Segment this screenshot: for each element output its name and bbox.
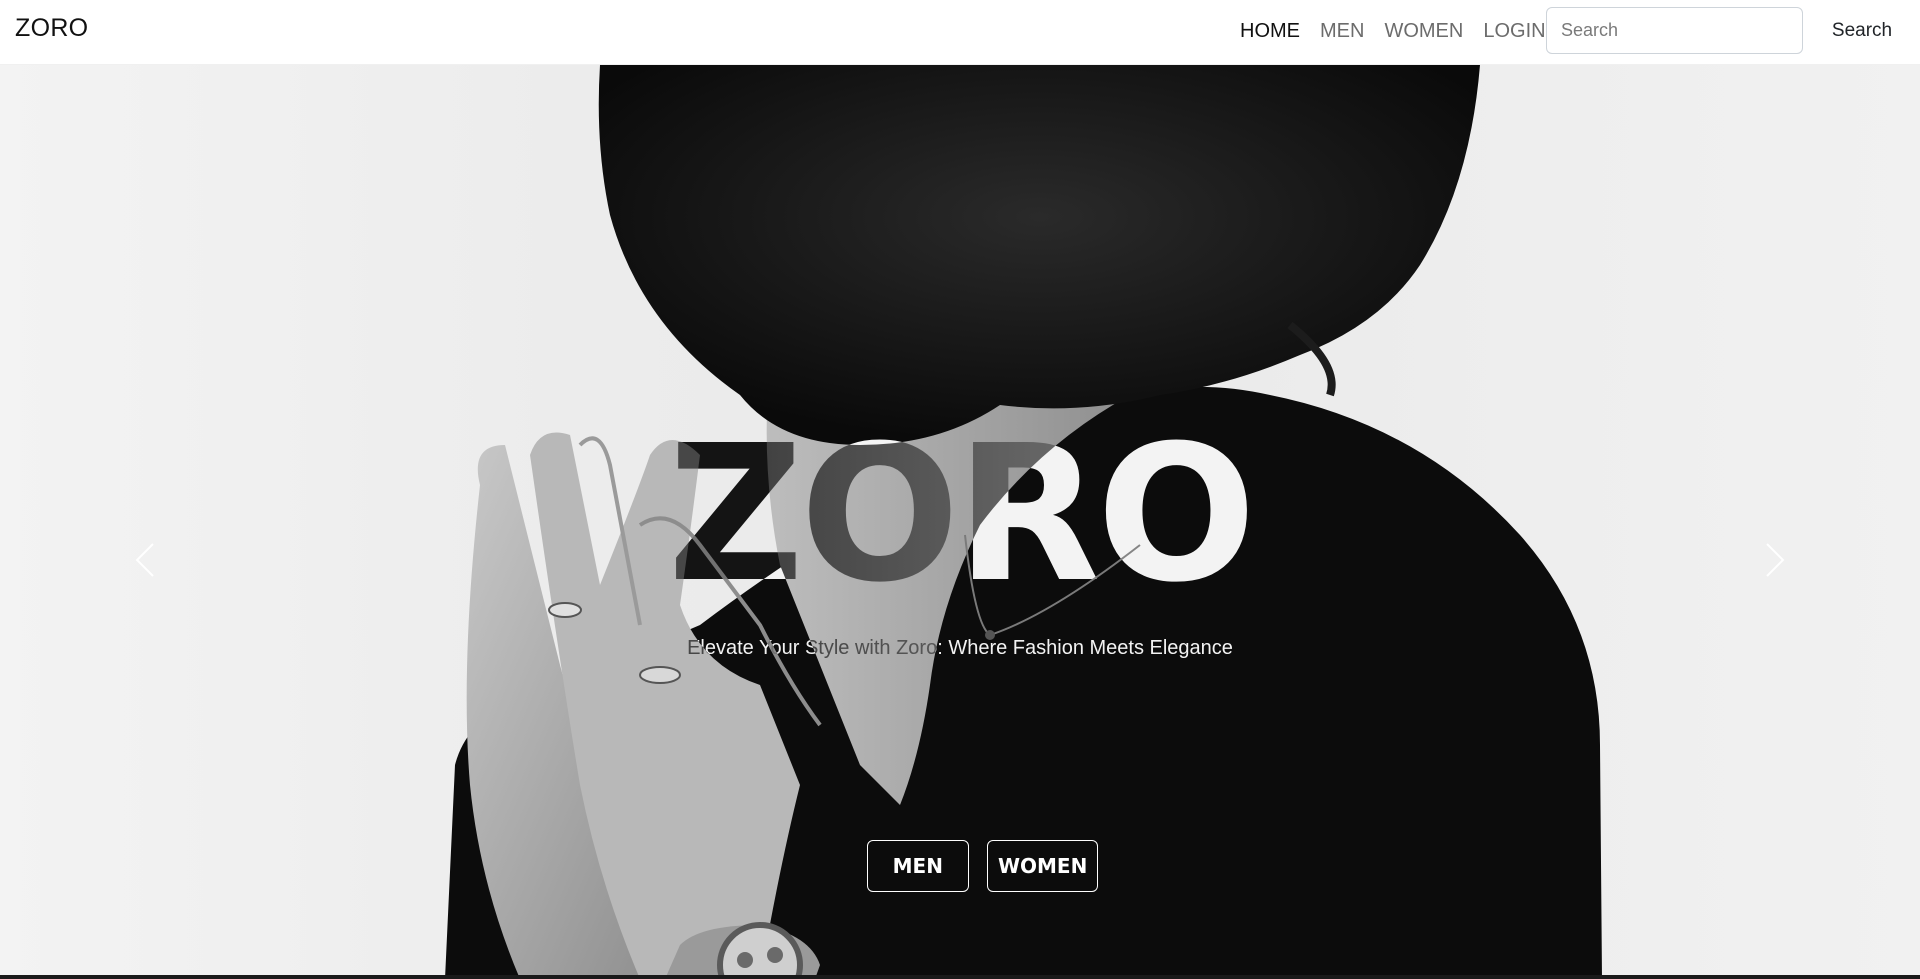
search-input[interactable] xyxy=(1546,7,1803,54)
carousel-next-button[interactable] xyxy=(1745,530,1805,590)
top-navbar: ZORO HOME MEN WOMEN LOGIN Search xyxy=(0,0,1920,65)
nav-link-login[interactable]: LOGIN xyxy=(1483,19,1545,43)
search-button[interactable]: Search xyxy=(1818,7,1906,54)
hero-women-button[interactable]: WOMEN xyxy=(986,840,1099,892)
hero-title: ZORO xyxy=(667,405,1257,624)
nav-link-women[interactable]: WOMEN xyxy=(1384,19,1463,43)
hero-carousel: ZORO Elevate Your Style with Zoro: Where… xyxy=(0,65,1920,979)
nav-link-men[interactable]: MEN xyxy=(1320,19,1364,43)
bottom-divider xyxy=(0,975,1920,979)
hero-buttons: MEN WOMEN xyxy=(0,840,1920,892)
chevron-right-icon xyxy=(1766,543,1785,577)
search-form: Search xyxy=(1546,7,1906,54)
hero-men-button[interactable]: MEN xyxy=(866,840,969,892)
carousel-prev-button[interactable] xyxy=(115,530,175,590)
brand-logo[interactable]: ZORO xyxy=(15,14,88,43)
nav-link-home[interactable]: HOME xyxy=(1240,19,1300,43)
chevron-left-icon xyxy=(135,543,154,577)
hero-subtitle: Elevate Your Style with Zoro: Where Fash… xyxy=(687,637,1233,659)
nav-links: HOME MEN WOMEN LOGIN xyxy=(1240,19,1566,43)
